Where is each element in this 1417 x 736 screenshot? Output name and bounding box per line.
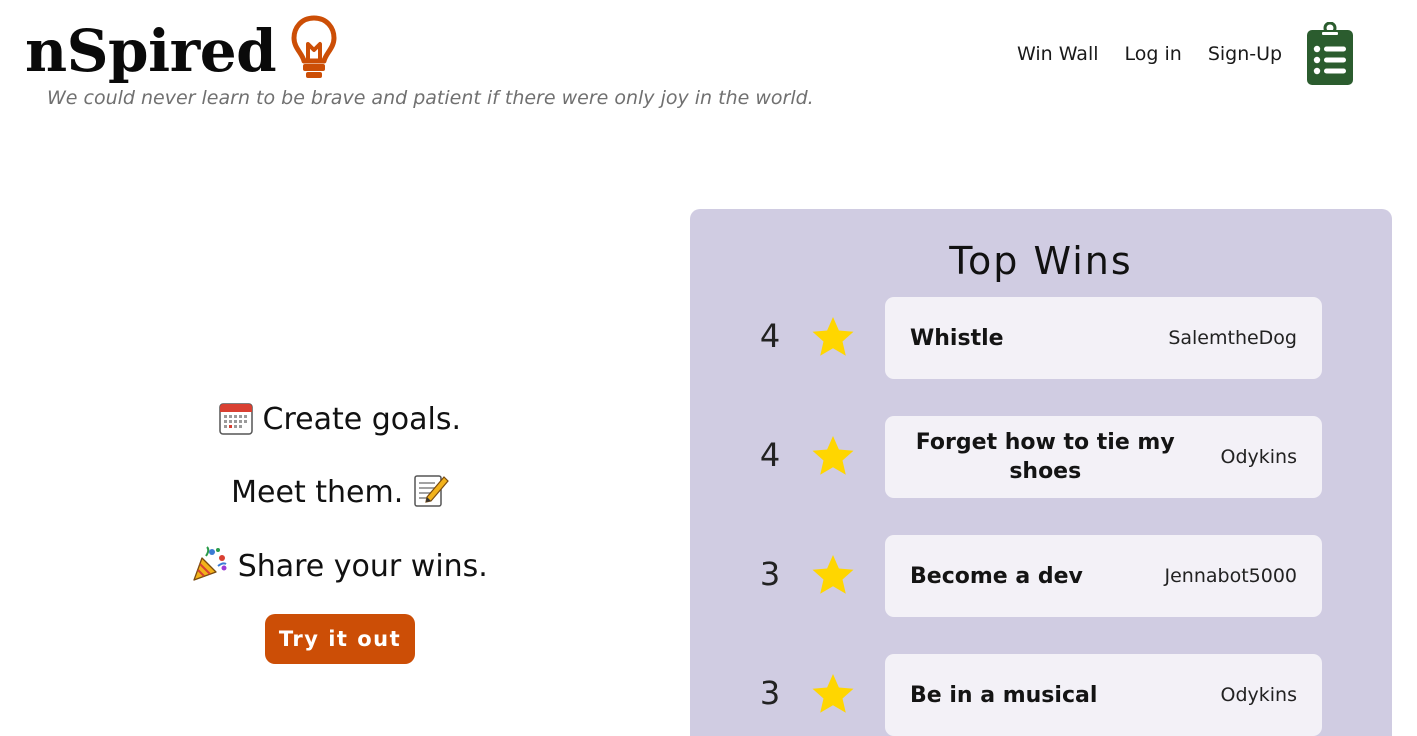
hero-section: Create goals. Meet them. Share your wins… — [0, 400, 680, 664]
hero-line-meet: Meet them. — [0, 473, 680, 519]
win-card[interactable]: Whistle SalemtheDog — [885, 297, 1322, 379]
star-icon[interactable] — [810, 315, 856, 363]
top-wins-panel: Top Wins 4 Whistle SalemtheDog 4 Forget … — [690, 209, 1392, 736]
hero-create-text: Create goals. — [262, 402, 462, 437]
page: nSpired We could never learn to be brave… — [0, 0, 1417, 736]
win-title: Forget how to tie my shoes — [915, 430, 1175, 484]
brand-logo[interactable]: nSpired — [25, 12, 338, 90]
win-row: 3 Be in a musical Odykins — [690, 654, 1392, 736]
win-card[interactable]: Be in a musical Odykins — [885, 654, 1322, 736]
win-row: 4 Whistle SalemtheDog — [690, 297, 1392, 379]
win-username: SalemtheDog — [1168, 327, 1297, 349]
try-it-out-button[interactable]: Try it out — [264, 614, 416, 664]
win-row: 4 Forget how to tie my shoes Odykins — [690, 416, 1392, 498]
brand-name: nSpired — [25, 17, 277, 85]
party-popper-icon — [192, 546, 228, 593]
win-card[interactable]: Forget how to tie my shoes Odykins — [885, 416, 1322, 498]
clipboard-list-icon[interactable] — [1306, 21, 1354, 90]
calendar-icon — [219, 401, 253, 446]
top-nav: Win Wall Log in Sign-Up — [1017, 40, 1282, 68]
win-vote-count: 4 — [759, 436, 781, 474]
hero-line-share: Share your wins. — [0, 546, 680, 593]
win-vote-count: 3 — [759, 674, 781, 712]
win-username: Odykins — [1220, 446, 1297, 468]
win-vote-count: 4 — [759, 317, 781, 355]
win-title: Whistle — [910, 325, 1004, 351]
win-title: Be in a musical — [910, 682, 1098, 708]
nav-win-wall-link[interactable]: Win Wall — [1017, 40, 1099, 68]
star-icon[interactable] — [810, 553, 856, 601]
win-username: Jennabot5000 — [1164, 565, 1297, 587]
win-vote-count: 3 — [759, 555, 781, 593]
star-icon[interactable] — [810, 672, 856, 720]
nav-login-link[interactable]: Log in — [1125, 40, 1182, 68]
nav-signup-link[interactable]: Sign-Up — [1208, 40, 1282, 68]
memo-icon — [413, 474, 449, 519]
hero-line-create: Create goals. — [0, 400, 680, 446]
win-username: Odykins — [1220, 684, 1297, 706]
tagline: We could never learn to be brave and pat… — [47, 87, 814, 109]
hero-meet-text: Meet them. — [231, 475, 404, 510]
win-title: Become a dev — [910, 563, 1083, 589]
win-card[interactable]: Become a dev Jennabot5000 — [885, 535, 1322, 617]
lightbulb-icon — [290, 14, 338, 86]
hero-share-text: Share your wins. — [237, 549, 488, 584]
star-icon[interactable] — [810, 434, 856, 482]
top-wins-title: Top Wins — [949, 239, 1133, 283]
win-row: 3 Become a dev Jennabot5000 — [690, 535, 1392, 617]
